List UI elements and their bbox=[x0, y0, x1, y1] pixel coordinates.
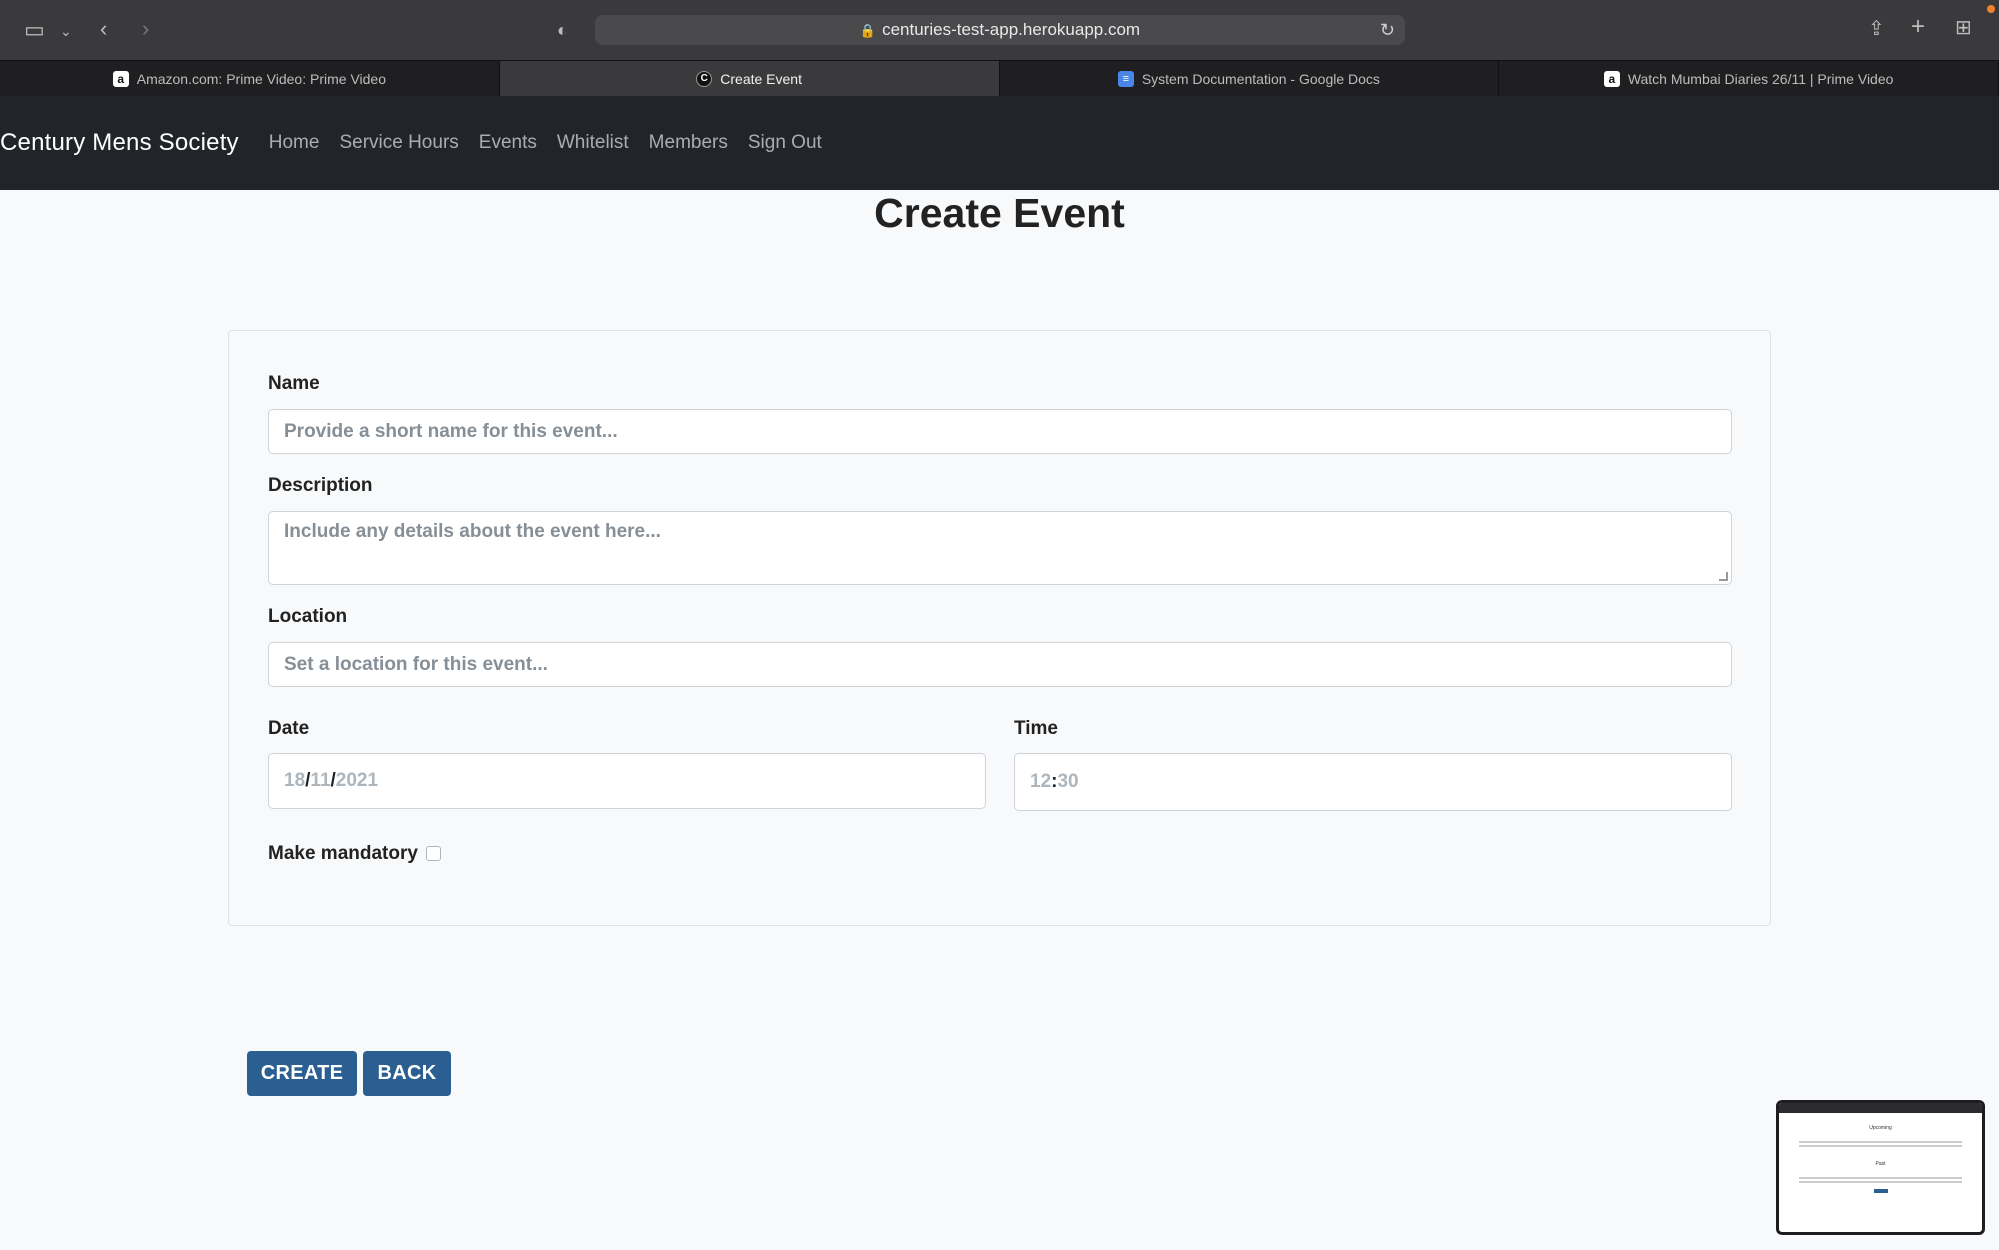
date-year[interactable]: 2021 bbox=[336, 770, 378, 792]
time-label: Time bbox=[1014, 718, 1059, 739]
back-arrow-icon[interactable]: ‹ bbox=[100, 18, 107, 40]
nav-sign-out[interactable]: Sign Out bbox=[748, 132, 822, 154]
location-placeholder: Set a location for this event... bbox=[284, 653, 548, 675]
tab-title: Create Event bbox=[720, 70, 802, 87]
thumbnail-table-row bbox=[1799, 1145, 1962, 1147]
amazon-icon: a bbox=[1603, 70, 1620, 87]
create-button[interactable]: CREATE bbox=[247, 1051, 357, 1096]
description-label: Description bbox=[268, 475, 373, 496]
thumbnail-past-heading: Past bbox=[1875, 1161, 1886, 1167]
time-hour[interactable]: 12 bbox=[1030, 771, 1051, 793]
name-placeholder: Provide a short name for this event... bbox=[284, 420, 618, 442]
thumbnail-table-row bbox=[1799, 1141, 1962, 1143]
date-label: Date bbox=[268, 718, 310, 739]
location-label: Location bbox=[268, 606, 348, 627]
name-label: Name bbox=[268, 373, 320, 394]
amazon-icon: a bbox=[112, 70, 129, 87]
nav-members[interactable]: Members bbox=[649, 132, 728, 154]
address-bar[interactable]: 🔒 centuries-test-app.herokuapp.com ↻ bbox=[595, 15, 1405, 45]
thumbnail-navbar bbox=[1779, 1103, 1982, 1113]
privacy-shield-icon[interactable]: ◐ bbox=[557, 19, 568, 41]
description-textarea[interactable]: Include any details about the event here… bbox=[268, 511, 1732, 585]
resize-handle-icon[interactable] bbox=[1719, 572, 1728, 581]
new-tab-icon[interactable]: + bbox=[1911, 15, 1925, 39]
sidebar-toggle-icon[interactable]: ▭ bbox=[24, 19, 45, 41]
tab-title: Amazon.com: Prime Video: Prime Video bbox=[136, 70, 386, 87]
date-day[interactable]: 18 bbox=[284, 770, 305, 792]
app-navbar: Century Mens Society Home Service Hours … bbox=[0, 96, 1999, 190]
nav-home[interactable]: Home bbox=[269, 132, 320, 154]
date-month[interactable]: 11 bbox=[310, 770, 330, 792]
location-input[interactable]: Set a location for this event... bbox=[268, 642, 1732, 687]
thumbnail-button bbox=[1873, 1189, 1888, 1193]
mandatory-row: Make mandatory bbox=[268, 843, 441, 865]
thumbnail-table-row bbox=[1799, 1181, 1962, 1183]
tab-strip: a Amazon.com: Prime Video: Prime Video C… bbox=[0, 60, 1999, 96]
mandatory-label: Make mandatory bbox=[268, 843, 418, 864]
browser-toolbar: ▭ ⌄ ‹ › ◐ 🔒 centuries-test-app.herokuapp.… bbox=[0, 0, 1999, 60]
mandatory-checkbox[interactable] bbox=[425, 846, 441, 861]
description-placeholder: Include any details about the event here… bbox=[284, 521, 661, 542]
tab-amazon-prime-video[interactable]: a Amazon.com: Prime Video: Prime Video bbox=[0, 61, 500, 96]
thumbnail-upcoming-heading: Upcoming bbox=[1869, 1125, 1892, 1131]
page-title: Create Event bbox=[874, 190, 1125, 236]
nav-service-hours[interactable]: Service Hours bbox=[339, 132, 458, 154]
time-minute[interactable]: 30 bbox=[1057, 771, 1078, 793]
brand-link[interactable]: Century Mens Society bbox=[0, 129, 239, 157]
tab-system-documentation[interactable]: ≡ System Documentation - Google Docs bbox=[1000, 61, 1500, 96]
tab-mumbai-diaries[interactable]: a Watch Mumbai Diaries 26/11 | Prime Vid… bbox=[1499, 61, 1999, 96]
tab-title: Watch Mumbai Diaries 26/11 | Prime Video bbox=[1627, 70, 1894, 87]
create-event-form: Name Provide a short name for this event… bbox=[228, 330, 1771, 926]
reload-icon[interactable]: ↻ bbox=[1380, 15, 1395, 45]
chevron-down-icon[interactable]: ⌄ bbox=[60, 20, 72, 42]
tab-title: System Documentation - Google Docs bbox=[1141, 70, 1380, 87]
lock-icon: 🔒 bbox=[859, 23, 877, 38]
time-input[interactable]: 12:30 bbox=[1014, 753, 1732, 811]
nav-events[interactable]: Events bbox=[479, 132, 537, 154]
url-text: centuries-test-app.herokuapp.com bbox=[882, 20, 1141, 39]
forward-arrow-icon[interactable]: › bbox=[142, 18, 149, 40]
window-thumbnail-preview[interactable]: Upcoming Past bbox=[1776, 1100, 1985, 1235]
google-docs-icon: ≡ bbox=[1117, 70, 1134, 87]
date-input[interactable]: 18/11/2021 bbox=[268, 753, 986, 809]
name-input[interactable]: Provide a short name for this event... bbox=[268, 409, 1732, 454]
share-icon[interactable]: ⇪ bbox=[1868, 18, 1885, 40]
century-icon: C bbox=[696, 70, 713, 87]
back-button[interactable]: BACK bbox=[363, 1051, 451, 1096]
tab-overview-icon[interactable]: ⊞ bbox=[1955, 17, 1972, 39]
notification-dot bbox=[1987, 5, 1995, 13]
nav-whitelist[interactable]: Whitelist bbox=[557, 132, 629, 154]
thumbnail-table-row bbox=[1799, 1177, 1962, 1179]
tab-create-event[interactable]: C Create Event bbox=[499, 61, 1000, 96]
